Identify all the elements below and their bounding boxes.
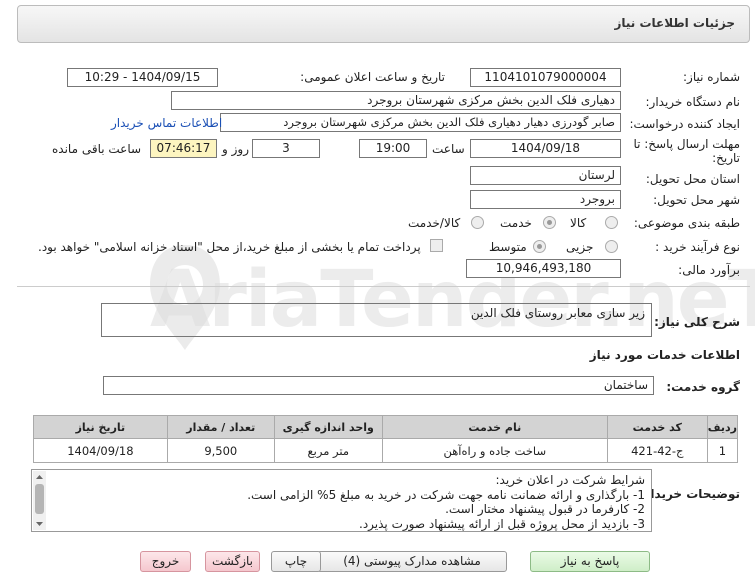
process-radio-medium[interactable] (533, 240, 546, 253)
category-radio-both[interactable] (471, 216, 484, 229)
col-date: تاریخ نیاز (33, 415, 168, 439)
days-label: روز و (222, 142, 249, 156)
need-number-label: شماره نیاز: (683, 70, 740, 84)
notes-scrollbar[interactable] (33, 471, 46, 530)
cell-name: ساخت جاده و راه‌آهن (381, 438, 608, 463)
service-group-field: ساختمان (103, 376, 654, 395)
need-number-field: 1104101079000004 (470, 68, 621, 87)
deadline-time-field: 19:00 (359, 139, 427, 158)
cell-unit: متر مربع (273, 438, 383, 463)
services-title: اطلاعات خدمات مورد نیاز (589, 348, 740, 362)
summary-field: زیر سازی معابر روستای فلک الدین (101, 303, 652, 337)
process-option-medium: متوسط (489, 240, 527, 254)
category-radio-goods[interactable] (605, 216, 618, 229)
col-code: کد خدمت (606, 415, 708, 439)
summary-label: شرح کلی نیاز: (654, 315, 740, 329)
cell-row: 1 (706, 438, 739, 463)
treasury-payment-text: پرداخت تمام یا بخشی از مبلغ خرید،از محل … (38, 240, 421, 254)
remaining-label: ساعت باقی مانده (52, 142, 142, 156)
process-radio-minor[interactable] (605, 240, 618, 253)
deadline-label-date: تاریخ: (712, 151, 740, 165)
buyer-field: دهیاری فلک الدین بخش مرکزی شهرستان بروجر… (171, 91, 621, 110)
cell-qty: 9,500 (166, 438, 275, 463)
col-row: ردیف (706, 415, 739, 439)
deadline-time-label: ساعت (432, 142, 465, 156)
process-option-minor: جزیی (566, 240, 594, 254)
province-label: استان محل تحویل: (645, 172, 740, 186)
category-label: طبقه بندی موضوعی: (633, 216, 740, 230)
remaining-time-field: 07:46:17 (150, 139, 217, 158)
buyer-label: نام دستگاه خریدار: (645, 95, 741, 109)
creator-label: ایجاد کننده درخواست: (629, 117, 740, 131)
cell-code: ج-42-421 (606, 438, 708, 463)
estimate-label: برآورد مالی: (678, 263, 740, 277)
col-name: نام خدمت (381, 415, 608, 439)
back-button[interactable]: بازگشت (205, 551, 260, 572)
announce-label: تاریخ و ساعت اعلان عمومی: (300, 70, 445, 84)
divider (17, 286, 750, 287)
exit-button[interactable]: خروج (140, 551, 191, 572)
category-option-both: کالا/خدمت (408, 216, 461, 230)
reply-button[interactable]: پاسخ به نیاز (530, 551, 650, 572)
table-row: 1 ج-42-421 ساخت جاده و راه‌آهن متر مربع … (33, 438, 739, 463)
estimate-field: 10,946,493,180 (466, 259, 621, 278)
treasury-payment-checkbox[interactable] (430, 239, 443, 252)
city-field: بروجرد (470, 190, 621, 209)
print-button[interactable]: چاپ (271, 551, 321, 572)
page-header: جزئیات اطلاعات نیاز (17, 5, 750, 43)
attachments-button[interactable]: مشاهده مدارک پیوستی (4) (317, 551, 507, 572)
process-label: نوع فرآیند خرید : (655, 240, 740, 254)
buyer-notes-line: 3- بازدید از محل پروژه قبل از ارائه پیشن… (359, 516, 645, 531)
col-unit: واحد اندازه گیری (273, 415, 383, 439)
category-option-service: خدمت (500, 216, 532, 230)
buyer-contact-link[interactable]: اطلاعات تماس خریدار (111, 116, 222, 130)
city-label: شهر محل تحویل: (653, 193, 740, 207)
buyer-notes-line: 2- کارفرما در قبول پیشنهاد مختار است. (445, 502, 645, 516)
buyer-notes-box: شرایط شرکت در اعلان خرید: 1- بارگذاری و … (31, 469, 652, 532)
category-option-goods: کالا (570, 216, 587, 230)
days-field: 3 (252, 139, 320, 158)
services-table: ردیف کد خدمت نام خدمت واحد اندازه گیری ت… (33, 415, 739, 463)
buyer-notes-line: 1- بارگذاری و ارائه ضمانت نامه جهت شرکت … (247, 487, 645, 502)
table-header-row: ردیف کد خدمت نام خدمت واحد اندازه گیری ت… (33, 415, 739, 439)
buyer-notes-label: توضیحات خریدار: (638, 487, 740, 501)
announce-field: 1404/09/15 - 10:29 (67, 68, 218, 87)
col-qty: تعداد / مقدار (166, 415, 275, 439)
deadline-date-field: 1404/09/18 (470, 139, 621, 158)
page-title: جزئیات اطلاعات نیاز (614, 16, 735, 30)
deadline-label: مهلت ارسال پاسخ: تا (633, 137, 740, 151)
province-field: لرستان (470, 166, 621, 185)
summary-text: زیر سازی معابر روستای فلک الدین (470, 306, 645, 320)
cell-date: 1404/09/18 (33, 438, 168, 463)
buyer-notes-line: شرایط شرکت در اعلان خرید: (495, 473, 646, 487)
category-radio-service[interactable] (543, 216, 556, 229)
creator-field: صابر گودرزی دهیار دهیاری فلک الدین بخش م… (220, 113, 621, 132)
page: AriaTender.neT جزئیات اطلاعات نیاز شماره… (0, 0, 755, 588)
service-group-label: گروه خدمت: (666, 380, 740, 394)
